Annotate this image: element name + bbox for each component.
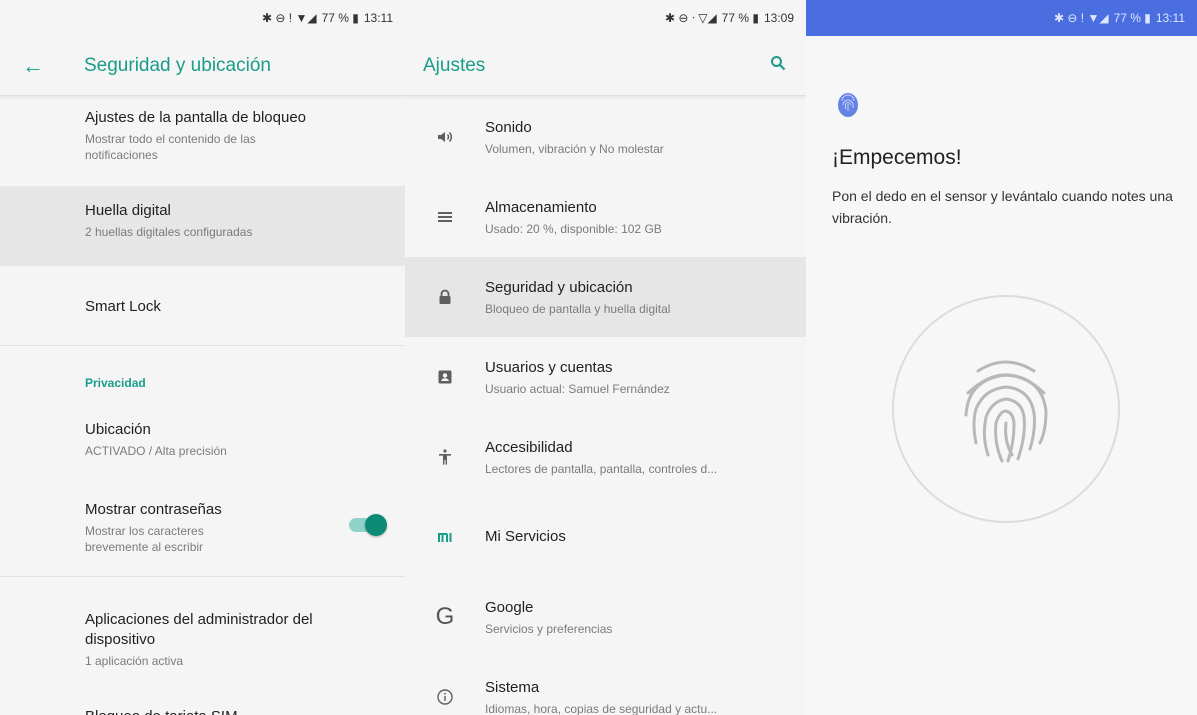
fingerprint-icon (838, 93, 858, 117)
battery-indicator: 77 % ▮ (1113, 11, 1151, 25)
row-title: Seguridad y ubicación (485, 278, 633, 296)
storage-icon (405, 208, 485, 226)
item-subtitle: ACTIVADO / Alta precisión (85, 444, 227, 458)
settings-row-security[interactable]: Seguridad y ubicación Bloqueo de pantall… (405, 257, 806, 337)
page-title: Seguridad y ubicación (84, 54, 271, 76)
item-subtitle: Mostrar los caracteres brevemente al esc… (85, 524, 204, 554)
list-item-show-passwords[interactable]: Mostrar contraseñas Mostrar los caracter… (0, 500, 405, 555)
arrow-left-icon[interactable]: ← (22, 53, 84, 79)
row-title: Accesibilidad (485, 438, 573, 456)
info-icon (405, 688, 485, 706)
item-title: Huella digital (85, 202, 171, 219)
item-title: Ajustes de la pantalla de bloqueo (85, 109, 307, 126)
app-bar: ← Seguridad y ubicación (0, 36, 405, 96)
status-icons: ✱ ⊖ ! ▼◢ (1054, 11, 1109, 25)
row-title: Google (485, 598, 534, 616)
row-title: Usuarios y cuentas (485, 358, 613, 376)
status-bar: ✱ ⊖ ! ▼◢ 77 % ▮ 13:11 (0, 0, 405, 36)
item-title: Aplicaciones del administrador del dispo… (85, 611, 313, 648)
battery-indicator: 77 % ▮ (721, 11, 759, 25)
list-item-sim-lock[interactable]: Bloqueo de tarjeta SIM (0, 707, 405, 715)
status-time: 13:09 (763, 11, 794, 25)
show-passwords-toggle[interactable] (349, 514, 387, 536)
row-subtitle: Lectores de pantalla, pantalla, controle… (485, 461, 718, 476)
heading: ¡Empecemos! (832, 146, 962, 169)
list-item-device-admin-apps[interactable]: Aplicaciones del administrador del dispo… (0, 610, 405, 669)
item-subtitle: 1 aplicación activa (85, 654, 184, 668)
item-title: Smart Lock (85, 298, 161, 315)
status-icons: ✱ ⊖ ᐧ ▽◢ (665, 11, 717, 25)
status-time: 13:11 (363, 11, 393, 25)
instruction-text: Pon el dedo en el sensor y levántalo cua… (832, 188, 1173, 226)
battery-indicator: 77 % ▮ (321, 11, 359, 25)
fingerprint-sensor-area (892, 295, 1120, 523)
volume-icon (405, 128, 485, 146)
page-title: Ajustes (423, 54, 486, 76)
row-title: Almacenamiento (485, 198, 597, 216)
accessibility-icon (405, 448, 485, 466)
item-title: Ubicación (85, 421, 151, 438)
list-item-smart-lock[interactable]: Smart Lock (0, 297, 405, 317)
status-bar: ✱ ⊖ ᐧ ▽◢ 77 % ▮ 13:09 (405, 0, 806, 36)
list-item-lockscreen-settings[interactable]: Ajustes de la pantalla de bloqueo Mostra… (0, 108, 405, 163)
account-box-icon (405, 368, 485, 386)
item-subtitle: 2 huellas digitales configuradas (85, 225, 253, 239)
search-icon[interactable] (770, 55, 786, 76)
section-header-privacy: Privacidad (85, 376, 146, 390)
item-title: Mostrar contraseñas (85, 501, 222, 518)
status-bar: ✱ ⊖ ! ▼◢ 77 % ▮ 13:11 (806, 0, 1197, 36)
settings-row-sound[interactable]: Sonido Volumen, vibración y No molestar (405, 97, 806, 177)
row-subtitle: Bloqueo de pantalla y huella digital (485, 301, 671, 316)
row-title: Mi Servicios (485, 528, 566, 545)
security-location-panel: ✱ ⊖ ! ▼◢ 77 % ▮ 13:11 ← Seguridad y ubic… (0, 0, 405, 715)
status-icons: ✱ ⊖ ! ▼◢ (262, 11, 317, 25)
item-subtitle: Mostrar todo el contenido de las notific… (85, 132, 256, 162)
row-subtitle: Idiomas, hora, copias de seguridad y act… (485, 701, 718, 715)
settings-row-mi-services[interactable]: Mi Servicios (405, 497, 806, 577)
item-title: Bloqueo de tarjeta SIM (85, 707, 385, 715)
fingerprint-enroll-panel: ✱ ⊖ ! ▼◢ 77 % ▮ 13:11 ¡Empecemos! Pon el… (806, 0, 1197, 715)
divider (0, 345, 405, 346)
status-time: 13:11 (1155, 11, 1185, 25)
settings-row-accessibility[interactable]: Accesibilidad Lectores de pantalla, pant… (405, 417, 806, 497)
app-bar: Ajustes (405, 36, 806, 96)
settings-row-google[interactable]: G Google Servicios y preferencias (405, 577, 806, 657)
lock-icon (405, 288, 485, 306)
row-title: Sistema (485, 678, 540, 696)
row-subtitle: Usuario actual: Samuel Fernández (485, 381, 670, 396)
row-title: Sonido (485, 118, 532, 136)
fingerprint-sensor-icon (964, 360, 1048, 463)
row-subtitle: Usado: 20 %, disponible: 102 GB (485, 221, 662, 236)
row-subtitle: Servicios y preferencias (485, 621, 613, 636)
settings-row-storage[interactable]: Almacenamiento Usado: 20 %, disponible: … (405, 177, 806, 257)
settings-panel: ✱ ⊖ ᐧ ▽◢ 77 % ▮ 13:09 Ajustes Sonido Vol… (405, 0, 806, 715)
settings-row-system[interactable]: Sistema Idiomas, hora, copias de segurid… (405, 657, 806, 715)
row-subtitle: Volumen, vibración y No molestar (485, 141, 664, 156)
settings-row-users[interactable]: Usuarios y cuentas Usuario actual: Samue… (405, 337, 806, 417)
list-item-fingerprint[interactable]: Huella digital 2 huellas digitales confi… (0, 186, 405, 266)
google-icon: G (435, 603, 455, 630)
mi-logo-icon (405, 528, 485, 546)
divider (0, 576, 405, 577)
toggle-knob (365, 514, 387, 536)
list-item-location[interactable]: Ubicación ACTIVADO / Alta precisión (0, 420, 405, 459)
